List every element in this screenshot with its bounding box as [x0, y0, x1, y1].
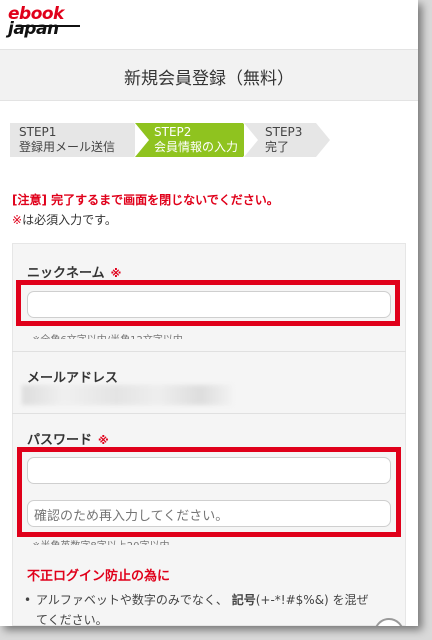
step-progress: STEP1 登録用メール送信 STEP2 会員情報の入力 STEP3 完了: [10, 123, 340, 157]
divider: [12, 351, 406, 352]
highlight-nickname: [16, 280, 400, 326]
password-label-text: パスワード: [27, 433, 93, 448]
step-3-desc: 完了: [265, 140, 290, 154]
bullet-dot: •: [24, 593, 32, 607]
highlight-password: [17, 447, 401, 537]
page-title: 新規会員登録（無料）: [124, 69, 294, 89]
email-value-redacted: [22, 385, 232, 405]
nickname-required-mark: ※: [110, 267, 122, 280]
step-3: STEP3 完了: [244, 123, 330, 157]
step-3-label: STEP3: [265, 125, 303, 139]
bullet-bold-symbols: 記号: [231, 593, 256, 607]
password-required-mark: ※: [98, 434, 109, 447]
nickname-label: ニックネーム ※: [27, 262, 121, 281]
required-note: ※は必須入力です。: [12, 211, 117, 228]
step-3-notch: [244, 123, 258, 157]
required-text: は必須入力です。: [22, 213, 117, 227]
step-1: STEP1 登録用メール送信: [10, 123, 148, 157]
bullet-text-2: てください。: [36, 613, 108, 626]
step-2-label: STEP2: [154, 125, 192, 139]
required-mark: ※: [12, 213, 23, 227]
step-1-desc: 登録用メール送信: [19, 140, 116, 154]
bullet-text-1: アルファベットや数字のみでなく、: [36, 593, 228, 607]
fraud-prevention-title: 不正ログイン防止の為に: [27, 569, 171, 584]
fraud-prevention-bullet: • アルファベットや数字のみでなく、 記号(+-*!#$%&) を混ぜ てください…: [24, 590, 384, 626]
email-label: メールアドレス: [27, 371, 119, 386]
warning-notice: [注意] 完了するまで画面を閉じないでください。: [12, 193, 279, 207]
logo-text-bottom: japan: [8, 19, 59, 39]
ebookjapan-logo[interactable]: ebook japan: [6, 4, 86, 44]
divider: [12, 413, 406, 414]
bullet-symbols: (+-*!#$%&) を混ぜ: [255, 593, 369, 607]
step-1-label: STEP1: [19, 125, 57, 139]
browser-frame: ebook japan 新規会員登録（無料） STEP1 登録用メール送信 ST…: [0, 0, 418, 626]
password-label: パスワード ※: [27, 429, 109, 448]
step-2-desc: 会員情報の入力: [154, 140, 239, 154]
password-hint: ※半角英数字8字以上20字以内: [32, 537, 169, 545]
nickname-label-text: ニックネーム: [27, 266, 105, 281]
step-2: STEP2 会員情報の入力: [135, 123, 257, 157]
step-3-arrow: [316, 123, 330, 157]
step-2-notch: [135, 123, 149, 157]
nickname-hint: ※全角6文字以内/半角12文字以内: [32, 331, 183, 339]
